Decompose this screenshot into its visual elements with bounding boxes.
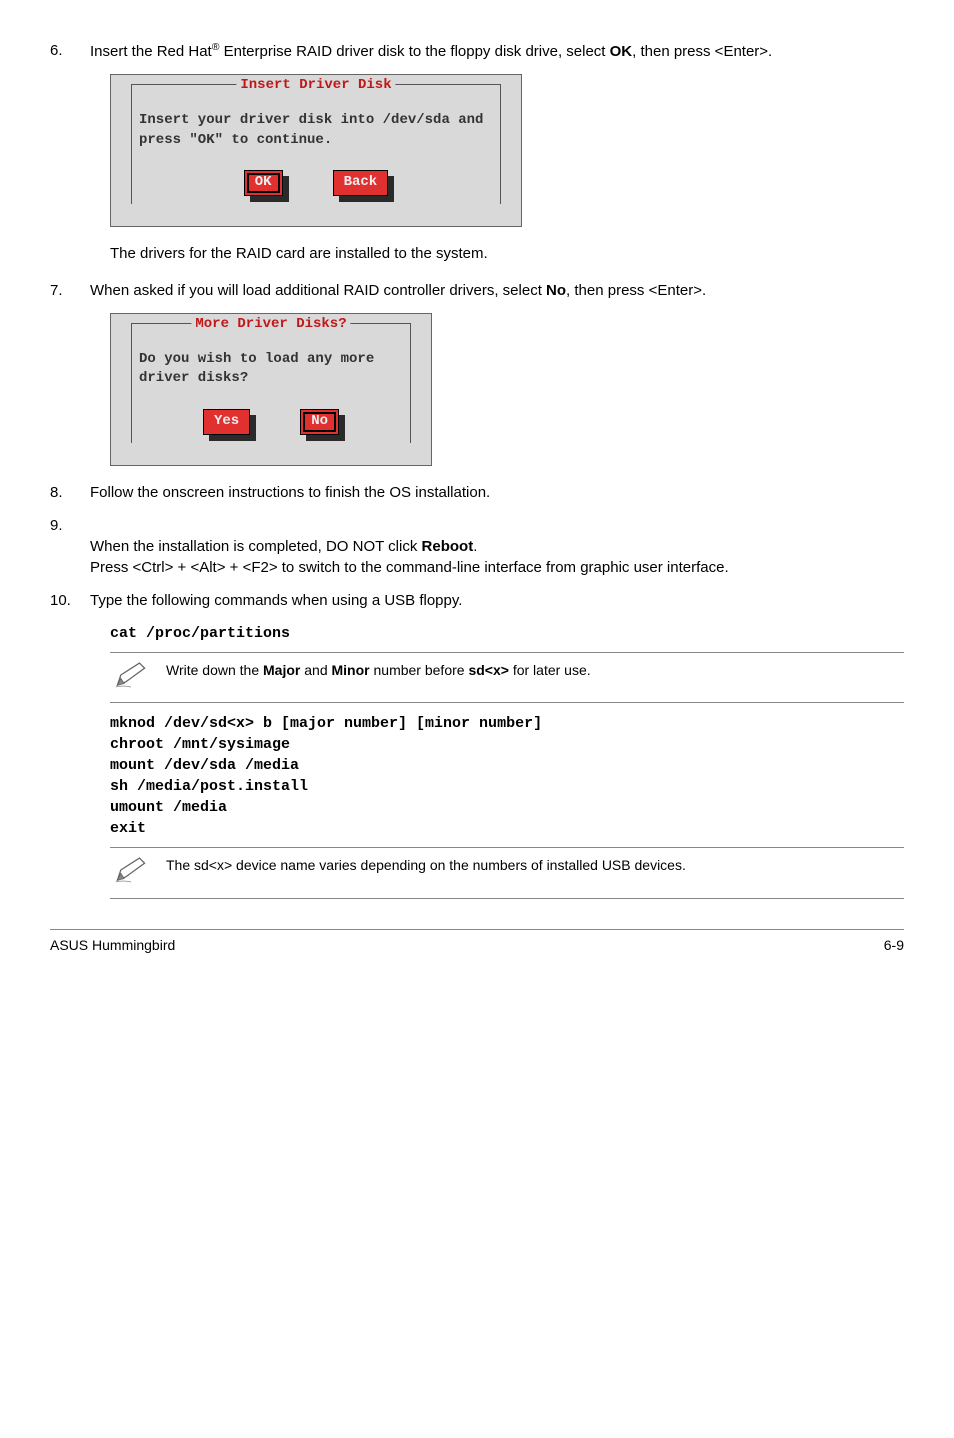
text: Insert the Red Hat: [90, 43, 212, 60]
step-9-number: 9.: [50, 515, 90, 578]
code-block-2: mknod /dev/sd<x> b [major number] [minor…: [110, 713, 904, 839]
note-2: The sd<x> device name varies depending o…: [110, 847, 904, 899]
no-button[interactable]: No: [300, 409, 339, 435]
ok-button[interactable]: OK: [244, 170, 283, 196]
step-9: 9. When the installation is completed, D…: [50, 515, 904, 578]
step-7-text: When asked if you will load additional R…: [90, 280, 904, 301]
after-step6-text: The drivers for the RAID card are instal…: [110, 243, 904, 264]
yes-button[interactable]: Yes: [203, 409, 250, 435]
footer-right: 6-9: [884, 936, 904, 956]
insert-driver-dialog: Insert Driver Disk Insert your driver di…: [110, 74, 522, 227]
step-8: 8. Follow the onscreen instructions to f…: [50, 482, 904, 503]
pencil-icon: [114, 661, 148, 695]
no-bold: No: [546, 282, 566, 299]
major-bold: Major: [263, 662, 300, 678]
ok-bold: OK: [610, 43, 633, 60]
step-10: 10. Type the following commands when usi…: [50, 590, 904, 611]
step-6-text: Insert the Red Hat® Enterprise RAID driv…: [90, 40, 904, 62]
code-block-1: cat /proc/partitions: [110, 623, 904, 644]
note-1-text: Write down the Major and Minor number be…: [166, 661, 591, 681]
pencil-icon: [114, 856, 148, 890]
more-driver-dialog: More Driver Disks? Do you wish to load a…: [110, 313, 432, 466]
back-button[interactable]: Back: [333, 170, 389, 196]
text: When asked if you will load additional R…: [90, 282, 546, 299]
step-7-number: 7.: [50, 280, 90, 301]
note-1: Write down the Major and Minor number be…: [110, 652, 904, 704]
minor-bold: Minor: [332, 662, 370, 678]
reboot-bold: Reboot: [422, 538, 474, 555]
sdx-bold: sd<x>: [468, 662, 508, 678]
text: , then press <Enter>.: [632, 43, 772, 60]
text: Write down the: [166, 662, 263, 678]
text: and: [300, 662, 331, 678]
step-10-text: Type the following commands when using a…: [90, 590, 904, 611]
text: number before: [370, 662, 469, 678]
text: Enterprise RAID driver disk to the flopp…: [219, 43, 609, 60]
step-6: 6. Insert the Red Hat® Enterprise RAID d…: [50, 40, 904, 62]
step-7: 7. When asked if you will load additiona…: [50, 280, 904, 301]
step-9-text: When the installation is completed, DO N…: [90, 515, 904, 578]
text: for later use.: [509, 662, 591, 678]
text: When the installation is completed, DO N…: [90, 538, 422, 555]
note-2-text: The sd<x> device name varies depending o…: [166, 856, 686, 876]
step-10-number: 10.: [50, 590, 90, 611]
text: , then press <Enter>.: [566, 282, 706, 299]
page-footer: ASUS Hummingbird 6-9: [50, 929, 904, 956]
footer-left: ASUS Hummingbird: [50, 936, 175, 956]
step-6-number: 6.: [50, 40, 90, 62]
dialog-title: More Driver Disks?: [191, 315, 350, 335]
step-8-number: 8.: [50, 482, 90, 503]
dialog-text: Do you wish to load any more driver disk…: [111, 332, 431, 397]
dialog-title: Insert Driver Disk: [236, 76, 395, 96]
dialog-text: Insert your driver disk into /dev/sda an…: [111, 93, 521, 158]
step-8-text: Follow the onscreen instructions to fini…: [90, 482, 904, 503]
